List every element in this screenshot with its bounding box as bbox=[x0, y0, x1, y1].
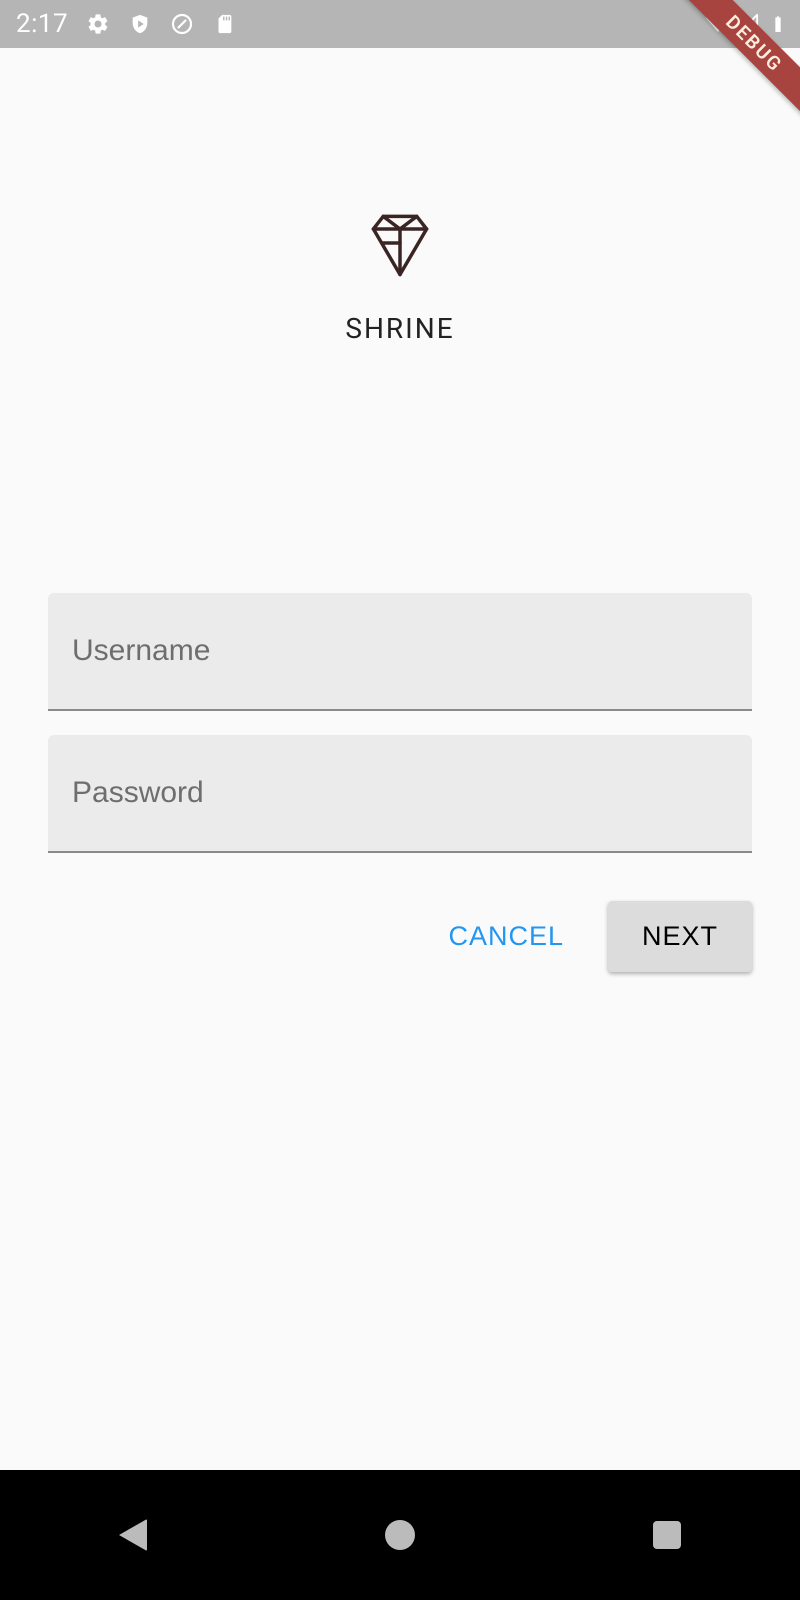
password-field[interactable] bbox=[48, 735, 752, 853]
cancel-button[interactable]: CANCEL bbox=[436, 901, 576, 972]
sd-card-icon bbox=[212, 12, 236, 36]
shrine-diamond-logo-icon bbox=[365, 208, 435, 282]
status-left: 2:17 bbox=[16, 9, 236, 39]
no-data-saver-icon bbox=[170, 12, 194, 36]
login-screen: SHRINE CANCEL NEXT bbox=[0, 48, 800, 1470]
username-field[interactable] bbox=[48, 593, 752, 711]
logo-block: SHRINE bbox=[48, 208, 752, 345]
nav-recent-button[interactable] bbox=[647, 1515, 687, 1555]
button-bar: CANCEL NEXT bbox=[48, 901, 752, 972]
next-button[interactable]: NEXT bbox=[608, 901, 752, 972]
android-navigation-bar bbox=[0, 1470, 800, 1600]
android-status-bar: 2:17 bbox=[0, 0, 800, 48]
app-title: SHRINE bbox=[345, 312, 454, 345]
nav-back-button[interactable] bbox=[113, 1515, 153, 1555]
square-recent-icon bbox=[653, 1521, 681, 1549]
circle-home-icon bbox=[385, 1520, 415, 1550]
status-time: 2:17 bbox=[16, 9, 68, 39]
triangle-back-icon bbox=[119, 1519, 147, 1551]
login-form: CANCEL NEXT bbox=[48, 593, 752, 972]
battery-full-icon bbox=[766, 12, 790, 36]
settings-gear-icon bbox=[86, 12, 110, 36]
play-protect-icon bbox=[128, 12, 152, 36]
nav-home-button[interactable] bbox=[380, 1515, 420, 1555]
